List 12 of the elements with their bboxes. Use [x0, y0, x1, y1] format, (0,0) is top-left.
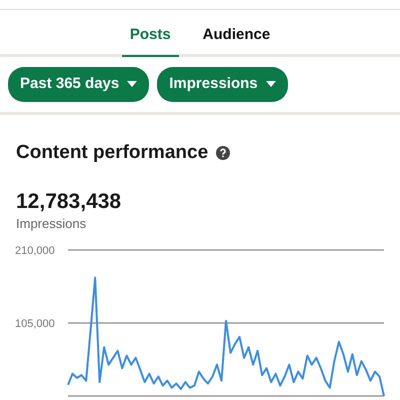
total-value: 12,783,438 [16, 189, 122, 214]
help-icon[interactable] [216, 146, 230, 160]
tab[interactable]: Posts [122, 10, 179, 57]
tab[interactable]: Audience [194, 10, 278, 57]
caret-icon [266, 81, 276, 88]
total-label: Impressions [16, 215, 88, 234]
filter-dropdown[interactable]: Impressions [157, 67, 288, 102]
axis-label: 210,000 [15, 244, 55, 257]
axis-label: 105,000 [15, 318, 55, 330]
caret-icon [127, 81, 138, 88]
filter-dropdown[interactable]: Past 365 days [8, 67, 150, 102]
section-title: Content performance [16, 140, 208, 164]
